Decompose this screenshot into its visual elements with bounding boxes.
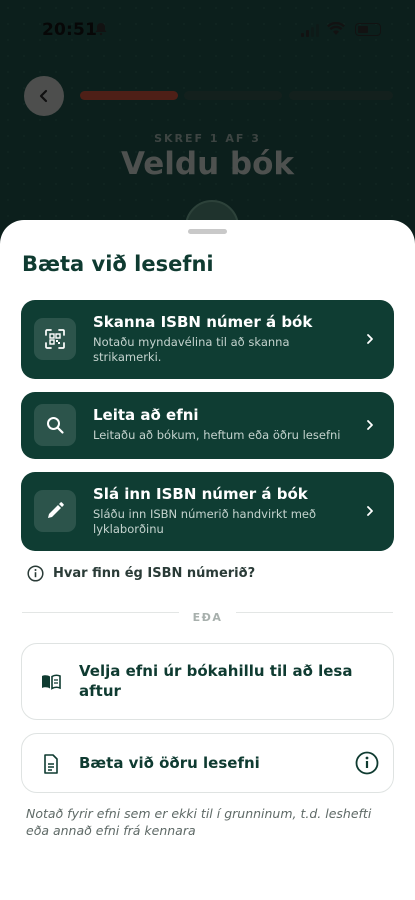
or-divider: EÐA xyxy=(0,606,415,625)
add-other-content-option[interactable]: Bæta við öðru lesefni xyxy=(21,733,394,793)
pencil-icon xyxy=(34,490,76,532)
info-icon[interactable] xyxy=(354,750,380,776)
scan-isbn-option[interactable]: Skanna ISBN númer á bók Notaðu myndavéli… xyxy=(21,300,394,379)
sheet-title: Bæta við lesefni xyxy=(22,252,214,276)
or-label: EÐA xyxy=(178,611,237,624)
option-subtitle: Sláðu inn ISBN númerið handvirkt með lyk… xyxy=(93,507,317,536)
search-content-option[interactable]: Leita að efni Leitaðu að bókum, heftum e… xyxy=(21,392,394,459)
option-title: Skanna ISBN númer á bók xyxy=(93,313,313,331)
search-icon xyxy=(34,404,76,446)
chevron-right-icon xyxy=(367,420,373,430)
chevron-right-icon xyxy=(367,334,373,344)
footnote: Notað fyrir efni sem er ekki til í grunn… xyxy=(26,806,372,838)
option-title: Leita að efni xyxy=(93,406,199,424)
book-icon xyxy=(42,674,61,690)
isbn-help-link[interactable]: Hvar finn ég ISBN númerið? xyxy=(27,565,255,582)
chevron-right-icon xyxy=(367,506,373,516)
help-link-label: Hvar finn ég ISBN númerið? xyxy=(53,566,256,581)
info-icon xyxy=(27,565,44,582)
bookshelf-option[interactable]: Velja efni úr bókahillu til að lesa aftu… xyxy=(21,643,394,720)
card-title: Velja efni úr bókahillu til að lesa aftu… xyxy=(79,662,353,700)
bottom-sheet: Bæta við lesefni Skanna ISBN númer á bók… xyxy=(0,220,415,900)
card-title: Bæta við öðru lesefni xyxy=(79,754,260,772)
enter-isbn-option[interactable]: Slá inn ISBN númer á bók Sláðu inn ISBN … xyxy=(21,472,394,551)
option-subtitle: Leitaðu að bókum, heftum eða öðru lesefn… xyxy=(93,428,341,442)
document-icon xyxy=(44,754,58,774)
option-title: Slá inn ISBN númer á bók xyxy=(93,485,308,503)
sheet-grabber[interactable] xyxy=(188,229,227,234)
option-subtitle: Notaðu myndavélina til að skanna strikam… xyxy=(93,335,290,364)
barcode-scan-icon xyxy=(34,318,76,360)
